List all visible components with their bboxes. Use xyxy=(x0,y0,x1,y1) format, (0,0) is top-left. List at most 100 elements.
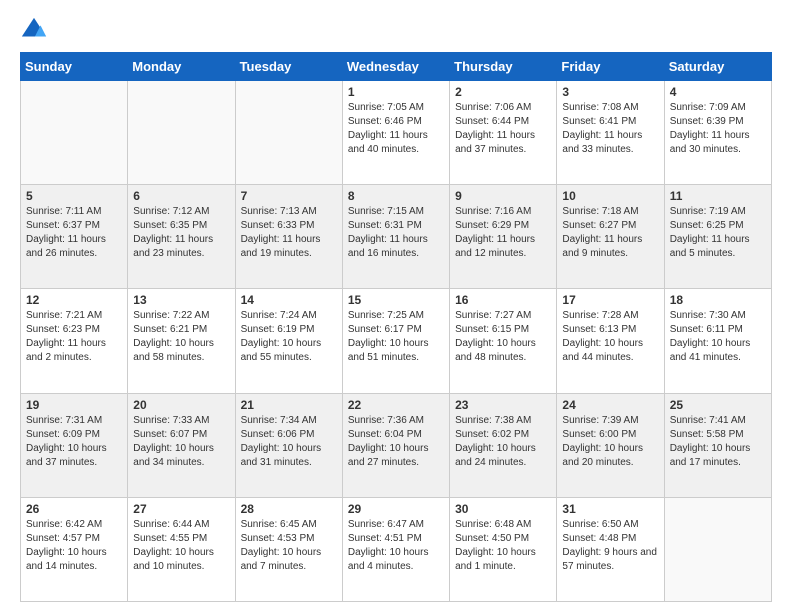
calendar-cell-5-7 xyxy=(664,497,771,601)
day-number: 14 xyxy=(241,293,337,307)
day-number: 24 xyxy=(562,398,658,412)
calendar-cell-3-5: 16 Sunrise: 7:27 AM Sunset: 6:15 PM Dayli… xyxy=(450,289,557,393)
day-info: Sunrise: 7:05 AM Sunset: 6:46 PM Dayligh… xyxy=(348,101,444,157)
calendar-cell-1-6: 3 Sunrise: 7:08 AM Sunset: 6:41 PM Daylig… xyxy=(557,81,664,185)
day-info: Sunrise: 7:15 AM Sunset: 6:31 PM Dayligh… xyxy=(348,205,444,261)
day-info: Sunrise: 6:42 AM Sunset: 4:57 PM Dayligh… xyxy=(26,518,122,574)
weekday-monday: Monday xyxy=(128,53,235,81)
day-info: Sunrise: 7:13 AM Sunset: 6:33 PM Dayligh… xyxy=(241,205,337,261)
calendar-cell-2-1: 5 Sunrise: 7:11 AM Sunset: 6:37 PM Daylig… xyxy=(21,185,128,289)
day-number: 8 xyxy=(348,189,444,203)
calendar-cell-4-5: 23 Sunrise: 7:38 AM Sunset: 6:02 PM Dayli… xyxy=(450,393,557,497)
calendar-week-2: 5 Sunrise: 7:11 AM Sunset: 6:37 PM Daylig… xyxy=(21,185,772,289)
day-info: Sunrise: 7:08 AM Sunset: 6:41 PM Dayligh… xyxy=(562,101,658,157)
calendar-cell-1-3 xyxy=(235,81,342,185)
day-number: 26 xyxy=(26,502,122,516)
calendar-cell-4-4: 22 Sunrise: 7:36 AM Sunset: 6:04 PM Dayli… xyxy=(342,393,449,497)
day-info: Sunrise: 7:38 AM Sunset: 6:02 PM Dayligh… xyxy=(455,414,551,470)
calendar-cell-1-4: 1 Sunrise: 7:05 AM Sunset: 6:46 PM Daylig… xyxy=(342,81,449,185)
day-number: 3 xyxy=(562,85,658,99)
day-info: Sunrise: 7:12 AM Sunset: 6:35 PM Dayligh… xyxy=(133,205,229,261)
day-number: 15 xyxy=(348,293,444,307)
calendar-cell-2-4: 8 Sunrise: 7:15 AM Sunset: 6:31 PM Daylig… xyxy=(342,185,449,289)
logo-icon xyxy=(20,16,48,44)
calendar-cell-4-3: 21Sunrise: 7:34 AM Sunset: 6:06 PM Dayli… xyxy=(235,393,342,497)
day-number: 13 xyxy=(133,293,229,307)
calendar-cell-2-5: 9 Sunrise: 7:16 AM Sunset: 6:29 PM Daylig… xyxy=(450,185,557,289)
day-info: Sunrise: 7:33 AM Sunset: 6:07 PM Dayligh… xyxy=(133,414,229,470)
calendar-table: SundayMondayTuesdayWednesdayThursdayFrid… xyxy=(20,52,772,602)
day-info: Sunrise: 7:41 AM Sunset: 5:58 PM Dayligh… xyxy=(670,414,766,470)
day-number: 10 xyxy=(562,189,658,203)
calendar-cell-2-2: 6 Sunrise: 7:12 AM Sunset: 6:35 PM Daylig… xyxy=(128,185,235,289)
day-number: 22 xyxy=(348,398,444,412)
day-info: Sunrise: 7:36 AM Sunset: 6:04 PM Dayligh… xyxy=(348,414,444,470)
day-info: Sunrise: 7:28 AM Sunset: 6:13 PM Dayligh… xyxy=(562,309,658,365)
calendar-cell-5-4: 29Sunrise: 6:47 AM Sunset: 4:51 PM Dayli… xyxy=(342,497,449,601)
calendar-cell-2-3: 7Sunrise: 7:13 AM Sunset: 6:33 PM Daylig… xyxy=(235,185,342,289)
day-info: Sunrise: 6:45 AM Sunset: 4:53 PM Dayligh… xyxy=(241,518,337,574)
day-number: 19 xyxy=(26,398,122,412)
day-info: Sunrise: 7:19 AM Sunset: 6:25 PM Dayligh… xyxy=(670,205,766,261)
day-number: 16 xyxy=(455,293,551,307)
weekday-sunday: Sunday xyxy=(21,53,128,81)
day-number: 9 xyxy=(455,189,551,203)
calendar-cell-3-2: 13 Sunrise: 7:22 AM Sunset: 6:21 PM Dayli… xyxy=(128,289,235,393)
day-number: 23 xyxy=(455,398,551,412)
page-header xyxy=(20,16,772,44)
day-info: Sunrise: 7:21 AM Sunset: 6:23 PM Dayligh… xyxy=(26,309,122,365)
day-info: Sunrise: 7:18 AM Sunset: 6:27 PM Dayligh… xyxy=(562,205,658,261)
day-info: Sunrise: 6:48 AM Sunset: 4:50 PM Dayligh… xyxy=(455,518,551,574)
day-info: Sunrise: 7:06 AM Sunset: 6:44 PM Dayligh… xyxy=(455,101,551,157)
day-number: 21 xyxy=(241,398,337,412)
logo xyxy=(20,16,52,44)
day-info: Sunrise: 6:50 AM Sunset: 4:48 PM Dayligh… xyxy=(562,518,658,574)
calendar-cell-5-3: 28 Sunrise: 6:45 AM Sunset: 4:53 PM Dayli… xyxy=(235,497,342,601)
day-number: 1 xyxy=(348,85,444,99)
day-info: Sunrise: 7:09 AM Sunset: 6:39 PM Dayligh… xyxy=(670,101,766,157)
day-number: 11 xyxy=(670,189,766,203)
calendar-cell-4-6: 24 Sunrise: 7:39 AM Sunset: 6:00 PM Dayli… xyxy=(557,393,664,497)
calendar-cell-2-7: 11 Sunrise: 7:19 AM Sunset: 6:25 PM Dayli… xyxy=(664,185,771,289)
day-info: Sunrise: 7:39 AM Sunset: 6:00 PM Dayligh… xyxy=(562,414,658,470)
day-info: Sunrise: 7:27 AM Sunset: 6:15 PM Dayligh… xyxy=(455,309,551,365)
calendar-week-1: 1 Sunrise: 7:05 AM Sunset: 6:46 PM Daylig… xyxy=(21,81,772,185)
day-number: 2 xyxy=(455,85,551,99)
calendar-cell-1-7: 4 Sunrise: 7:09 AM Sunset: 6:39 PM Daylig… xyxy=(664,81,771,185)
day-number: 20 xyxy=(133,398,229,412)
day-info: Sunrise: 6:47 AM Sunset: 4:51 PM Dayligh… xyxy=(348,518,444,574)
day-info: Sunrise: 7:30 AM Sunset: 6:11 PM Dayligh… xyxy=(670,309,766,365)
weekday-saturday: Saturday xyxy=(664,53,771,81)
calendar-cell-1-1 xyxy=(21,81,128,185)
day-info: Sunrise: 7:25 AM Sunset: 6:17 PM Dayligh… xyxy=(348,309,444,365)
day-info: Sunrise: 7:16 AM Sunset: 6:29 PM Dayligh… xyxy=(455,205,551,261)
day-info: Sunrise: 7:11 AM Sunset: 6:37 PM Dayligh… xyxy=(26,205,122,261)
day-info: Sunrise: 6:44 AM Sunset: 4:55 PM Dayligh… xyxy=(133,518,229,574)
calendar-cell-1-5: 2 Sunrise: 7:06 AM Sunset: 6:44 PM Daylig… xyxy=(450,81,557,185)
calendar-cell-3-6: 17Sunrise: 7:28 AM Sunset: 6:13 PM Dayli… xyxy=(557,289,664,393)
calendar-cell-5-6: 31Sunrise: 6:50 AM Sunset: 4:48 PM Dayli… xyxy=(557,497,664,601)
calendar-cell-1-2 xyxy=(128,81,235,185)
day-number: 5 xyxy=(26,189,122,203)
day-number: 12 xyxy=(26,293,122,307)
calendar-cell-5-1: 26 Sunrise: 6:42 AM Sunset: 4:57 PM Dayli… xyxy=(21,497,128,601)
calendar-cell-3-3: 14 Sunrise: 7:24 AM Sunset: 6:19 PM Dayli… xyxy=(235,289,342,393)
calendar-cell-4-1: 19 Sunrise: 7:31 AM Sunset: 6:09 PM Dayli… xyxy=(21,393,128,497)
calendar-week-3: 12 Sunrise: 7:21 AM Sunset: 6:23 PM Dayli… xyxy=(21,289,772,393)
calendar-week-5: 26 Sunrise: 6:42 AM Sunset: 4:57 PM Dayli… xyxy=(21,497,772,601)
day-number: 6 xyxy=(133,189,229,203)
calendar-cell-5-2: 27 Sunrise: 6:44 AM Sunset: 4:55 PM Dayli… xyxy=(128,497,235,601)
calendar-cell-2-6: 10 Sunrise: 7:18 AM Sunset: 6:27 PM Dayli… xyxy=(557,185,664,289)
calendar-cell-3-1: 12 Sunrise: 7:21 AM Sunset: 6:23 PM Dayli… xyxy=(21,289,128,393)
calendar-week-4: 19 Sunrise: 7:31 AM Sunset: 6:09 PM Dayli… xyxy=(21,393,772,497)
calendar-cell-3-4: 15 Sunrise: 7:25 AM Sunset: 6:17 PM Dayli… xyxy=(342,289,449,393)
day-info: Sunrise: 7:22 AM Sunset: 6:21 PM Dayligh… xyxy=(133,309,229,365)
day-number: 25 xyxy=(670,398,766,412)
calendar-cell-3-7: 18Sunrise: 7:30 AM Sunset: 6:11 PM Dayli… xyxy=(664,289,771,393)
day-info: Sunrise: 7:24 AM Sunset: 6:19 PM Dayligh… xyxy=(241,309,337,365)
day-number: 27 xyxy=(133,502,229,516)
day-number: 4 xyxy=(670,85,766,99)
day-number: 28 xyxy=(241,502,337,516)
calendar-cell-5-5: 30Sunrise: 6:48 AM Sunset: 4:50 PM Dayli… xyxy=(450,497,557,601)
day-info: Sunrise: 7:31 AM Sunset: 6:09 PM Dayligh… xyxy=(26,414,122,470)
